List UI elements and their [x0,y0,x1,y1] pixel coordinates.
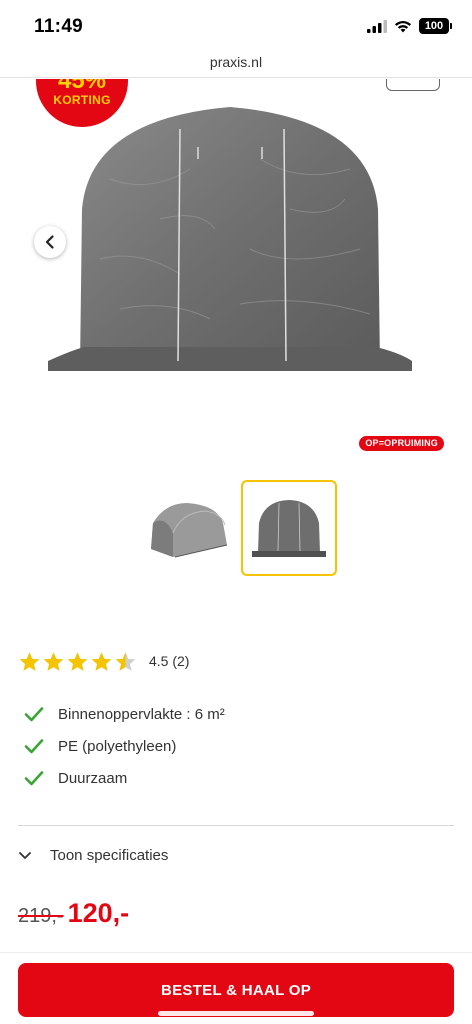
star-icon [43,651,64,671]
check-icon [24,738,46,754]
status-time: 11:49 [34,16,84,37]
order-pickup-button[interactable]: BESTEL & HAAL OP [18,963,454,1017]
thumbnail-strip [0,480,472,576]
battery-cap [450,23,452,29]
price: 219,- 120,- [18,898,129,938]
rating-stars [18,650,137,673]
feature-text: Duurzaam [58,769,128,787]
browser-url-bar[interactable]: praxis.nl [0,48,472,78]
product-image[interactable] [40,99,420,379]
thumbnail-tunnel-image [151,503,228,558]
list-item: Duurzaam [24,762,225,794]
feature-text: PE (polyethyleen) [58,737,177,755]
wishlist-button[interactable] [386,79,440,91]
specifications-label[interactable]: Toon specificaties [50,847,168,864]
product-rating[interactable]: 4.5 (2) [18,648,189,674]
chevron-down-icon [18,850,36,860]
battery-icon: 100 [419,18,449,34]
battery-indicator: 100 [419,18,452,34]
check-icon [24,706,46,722]
feature-list: Binnenoppervlakte : 6 m² PE (polyethylee… [24,698,225,794]
specifications-toggle[interactable]: Toon specificaties [18,840,168,870]
star-icon [115,651,136,671]
thumbnail-1[interactable] [140,480,236,576]
signal-icon [367,19,387,33]
home-indicator [158,1011,314,1016]
feature-text: Binnenoppervlakte : 6 m² [58,705,225,723]
new-price: 120,- [67,898,130,928]
list-item: Binnenoppervlakte : 6 m² [24,698,225,730]
clearance-tag: OP=OPRUIMING [359,436,444,451]
product-gallery: 45% KORTING OP=OPRUIMING [0,79,472,469]
old-price: 219,- [18,905,64,927]
previous-image-button[interactable] [34,226,66,258]
check-icon [24,770,46,786]
star-icon [91,651,112,671]
star-icon [67,651,88,671]
chevron-left-icon [45,235,54,249]
status-icons: 100 [367,18,452,34]
rating-text[interactable]: 4.5 (2) [149,653,189,669]
star-icon [19,651,40,671]
url-text[interactable]: praxis.nl [0,54,472,70]
thumbnail-2-selected[interactable] [241,480,337,576]
list-item: PE (polyethyleen) [24,730,225,762]
status-bar: 11:49 100 [0,0,472,48]
divider [18,825,454,826]
thumbnail-cover-image [252,500,326,557]
wifi-icon [395,20,411,32]
discount-percent: 45% [57,79,107,94]
